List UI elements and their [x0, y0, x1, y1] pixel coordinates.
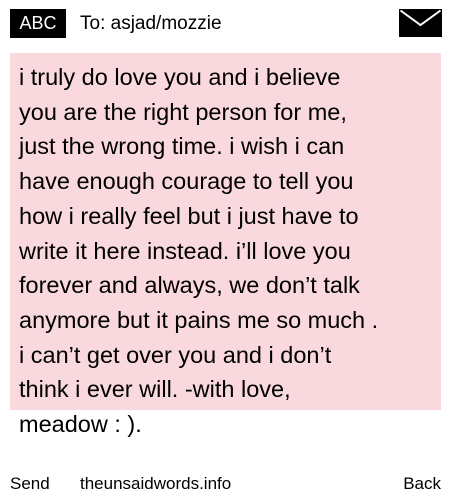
input-mode-badge[interactable]: ABC — [10, 9, 66, 38]
sms-compose-screen: ABC To: asjad/mozzie i truly do love you… — [0, 0, 450, 500]
send-softkey[interactable]: Send — [10, 470, 50, 498]
back-softkey[interactable]: Back — [403, 470, 441, 498]
envelope-icon — [399, 9, 442, 37]
message-body[interactable]: i truly do love you and i believe you ar… — [19, 60, 439, 442]
watermark-url: theunsaidwords.info — [80, 474, 232, 493]
recipient-field[interactable]: To: asjad/mozzie — [80, 9, 222, 38]
softkey-bar: Send theunsaidwords.info Back — [0, 470, 450, 498]
